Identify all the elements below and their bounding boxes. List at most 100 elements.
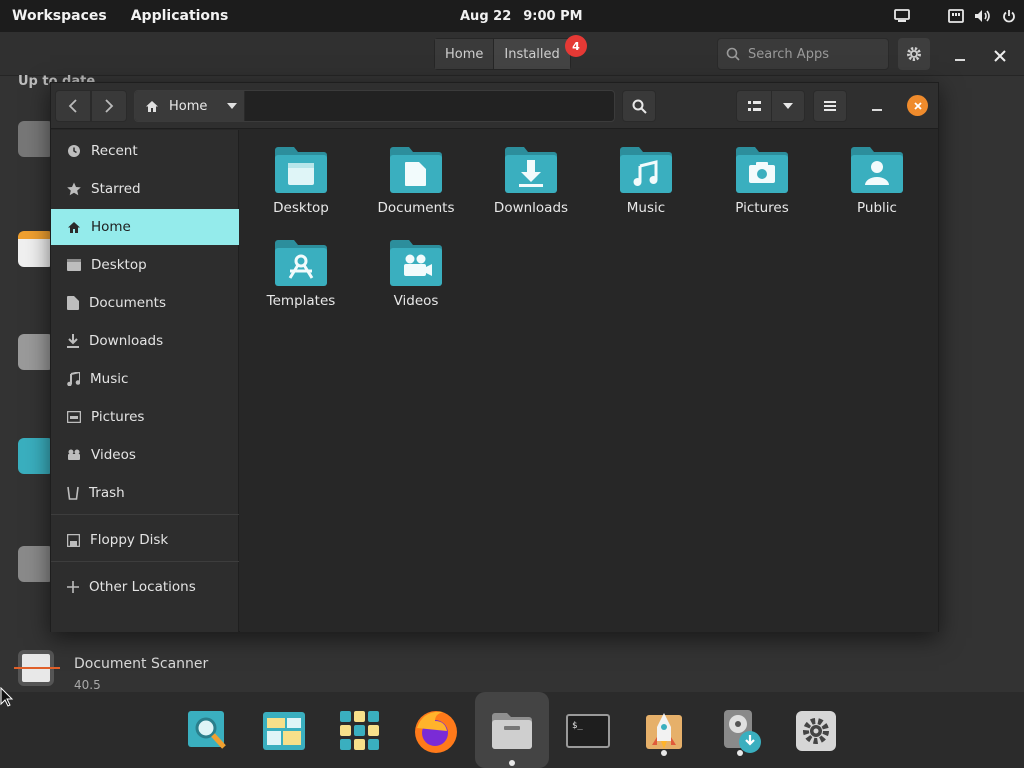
file-label: Pictures xyxy=(735,200,789,216)
chevron-down-icon xyxy=(227,103,238,109)
icon-view-icon xyxy=(747,100,761,111)
tab-home[interactable]: Home xyxy=(435,39,494,69)
shop-search-input[interactable]: Search Apps xyxy=(717,38,889,70)
view-mode-button[interactable] xyxy=(736,90,772,122)
tab-installed[interactable]: Installed xyxy=(493,39,570,69)
settings-app-icon[interactable] xyxy=(18,121,54,157)
terminal-icon: $_ xyxy=(566,714,610,748)
settings-icon xyxy=(796,711,836,751)
sidebar-item-label: Videos xyxy=(91,447,136,463)
dock: $_ xyxy=(0,692,1024,768)
dock-app-grid[interactable] xyxy=(333,704,387,758)
clock[interactable]: Aug 22 9:00 PM xyxy=(460,0,583,32)
network-icon[interactable] xyxy=(948,9,964,23)
path-home-button[interactable]: Home xyxy=(135,91,245,121)
clock-time: 9:00 PM xyxy=(523,8,583,24)
dock-search[interactable] xyxy=(181,704,235,758)
search-button[interactable] xyxy=(622,90,656,122)
minimize-icon xyxy=(872,109,882,111)
firefox-icon xyxy=(415,711,457,753)
folder-pictures[interactable]: Pictures xyxy=(707,140,817,230)
forward-button[interactable] xyxy=(91,90,127,122)
sidebar-item-home[interactable]: Home xyxy=(51,209,239,245)
star-icon xyxy=(67,182,81,196)
display-icon[interactable] xyxy=(894,9,910,23)
shop-minimize-button[interactable] xyxy=(948,44,972,68)
folder-documents[interactable]: Documents xyxy=(361,140,471,230)
calendar-app-icon[interactable] xyxy=(18,231,54,267)
minimize-button[interactable] xyxy=(867,96,887,116)
chevron-down-icon xyxy=(783,103,793,109)
sidebar-item-trash[interactable]: Trash xyxy=(51,475,239,511)
sidebar-separator xyxy=(51,561,239,562)
sidebar-item-desktop[interactable]: Desktop xyxy=(51,247,239,283)
pictures-folder-icon xyxy=(736,147,788,193)
hamburger-icon xyxy=(824,101,836,111)
pop-shop-icon xyxy=(646,713,682,749)
sidebar-item-label: Recent xyxy=(91,143,138,159)
document-scanner-icon[interactable] xyxy=(14,650,60,686)
files-icon xyxy=(492,713,532,749)
trash-icon xyxy=(67,486,79,500)
folder-desktop[interactable]: Desktop xyxy=(246,140,356,230)
file-label: Documents xyxy=(377,200,455,216)
dock-workspaces[interactable] xyxy=(257,704,311,758)
file-label: Desktop xyxy=(273,200,329,216)
view-options-button[interactable] xyxy=(771,90,805,122)
workspaces-button[interactable]: Workspaces xyxy=(0,0,119,32)
power-icon[interactable] xyxy=(1002,9,1016,23)
close-icon xyxy=(994,50,1006,62)
volume-icon[interactable] xyxy=(974,9,992,23)
dock-disk-installer[interactable] xyxy=(713,704,767,758)
app-version: 40.5 xyxy=(74,678,101,692)
dock-files[interactable] xyxy=(475,692,549,768)
applications-button[interactable]: Applications xyxy=(119,0,241,32)
chevron-right-icon xyxy=(105,99,114,113)
dock-firefox[interactable] xyxy=(409,704,463,758)
disk-installer-icon xyxy=(724,710,761,753)
dock-pop-shop[interactable] xyxy=(637,704,691,758)
mail-app-icon[interactable] xyxy=(18,438,54,474)
path-bar[interactable]: Home xyxy=(134,90,615,122)
sidebar-item-floppy-disk[interactable]: Floppy Disk xyxy=(51,522,239,558)
sidebar-item-documents[interactable]: Documents xyxy=(51,285,239,321)
sidebar-item-recent[interactable]: Recent xyxy=(51,133,239,169)
file-label: Videos xyxy=(393,293,439,309)
sidebar-item-videos[interactable]: Videos xyxy=(51,437,239,473)
floppy-icon xyxy=(67,533,80,547)
folder-templates[interactable]: Templates xyxy=(246,233,356,323)
folder-public[interactable]: Public xyxy=(822,140,932,230)
files-header: Home xyxy=(51,83,938,129)
disk-app-icon[interactable] xyxy=(18,546,54,582)
dock-settings[interactable] xyxy=(789,704,843,758)
sidebar-item-label: Desktop xyxy=(91,257,147,273)
folder-videos[interactable]: Videos xyxy=(361,233,471,323)
file-label: Downloads xyxy=(493,200,569,216)
sidebar-item-music[interactable]: Music xyxy=(51,361,239,397)
music-icon xyxy=(67,372,80,386)
sidebar-item-downloads[interactable]: Downloads xyxy=(51,323,239,359)
file-grid: Desktop Documents Downloads Music Pictur… xyxy=(240,130,938,632)
dock-terminal[interactable]: $_ xyxy=(561,704,615,758)
shop-tabs: Home Installed 4 xyxy=(434,35,587,70)
search-icon xyxy=(632,99,647,114)
clock-date: Aug 22 xyxy=(460,8,512,24)
file-label: Music xyxy=(626,200,666,216)
characters-app-icon[interactable] xyxy=(18,334,54,370)
shop-close-button[interactable] xyxy=(988,44,1012,68)
sidebar-item-other-locations[interactable]: Other Locations xyxy=(51,569,239,605)
documents-folder-icon xyxy=(390,147,442,193)
folder-music[interactable]: Music xyxy=(591,140,701,230)
sidebar-item-pictures[interactable]: Pictures xyxy=(51,399,239,435)
back-button[interactable] xyxy=(55,90,91,122)
sidebar-item-label: Floppy Disk xyxy=(90,532,169,548)
document-icon xyxy=(67,296,79,310)
menu-button[interactable] xyxy=(813,90,847,122)
public-folder-icon xyxy=(851,147,903,193)
close-button[interactable] xyxy=(907,95,928,116)
shop-settings-button[interactable] xyxy=(898,38,930,70)
system-tray xyxy=(894,0,1016,32)
sidebar-item-starred[interactable]: Starred xyxy=(51,171,239,207)
app-name[interactable]: Document Scanner xyxy=(74,656,208,672)
folder-downloads[interactable]: Downloads xyxy=(476,140,586,230)
